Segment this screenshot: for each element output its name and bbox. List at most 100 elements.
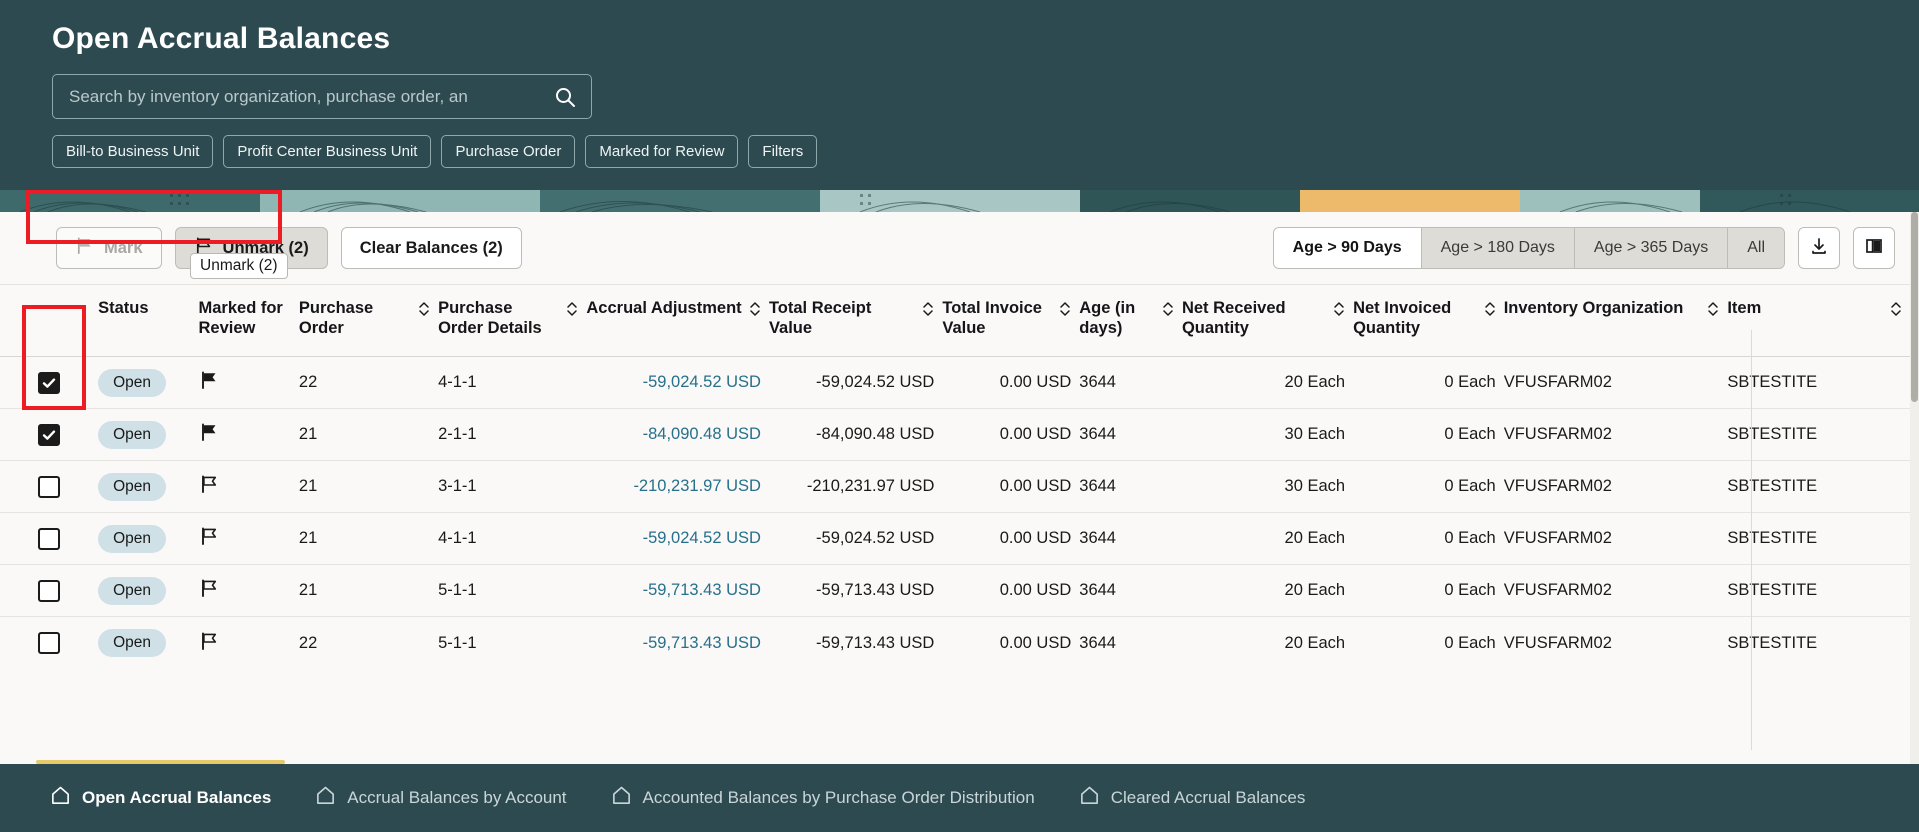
flag-outline-icon[interactable] <box>199 632 219 655</box>
table-row[interactable]: Open 21 5-1-1 -59,713.43 USD -59,713.43 … <box>0 564 1910 617</box>
row-checkbox[interactable] <box>38 579 60 602</box>
flag-outline-icon[interactable] <box>199 527 219 550</box>
status-badge: Open <box>98 629 167 657</box>
marked-for-review-cell[interactable] <box>198 356 299 409</box>
app-root: Open Accrual Balances Bill-to Business U… <box>0 0 1919 832</box>
table-head: Status Marked for Review Purchase Order <box>0 284 1910 357</box>
sort-icon[interactable] <box>1059 300 1071 323</box>
age-filter-label: Age > 365 Days <box>1593 239 1709 256</box>
age-filter-all[interactable]: All <box>1728 228 1784 268</box>
sort-icon[interactable] <box>1890 300 1902 323</box>
purchase-order-cell: 21 <box>298 564 439 617</box>
accrual-adjustment-cell[interactable]: -59,713.43 USD <box>586 616 769 669</box>
marked-for-review-cell[interactable] <box>198 564 299 617</box>
col-header-label: Item <box>1727 299 1762 317</box>
age-filter-label: Age > 90 Days <box>1292 239 1402 256</box>
accrual-adjustment-link[interactable]: -210,231.97 USD <box>633 477 761 495</box>
flag-filled-icon[interactable] <box>199 423 219 446</box>
age-filter-label: Age > 180 Days <box>1440 239 1555 256</box>
marked-for-review-cell[interactable] <box>198 616 299 669</box>
table-scroll-area[interactable]: Status Marked for Review Purchase Order <box>0 284 1919 764</box>
marked-for-review-cell[interactable] <box>198 408 299 461</box>
row-checkbox[interactable] <box>38 632 60 654</box>
sort-icon[interactable] <box>1484 300 1496 323</box>
nav-item-cleared-accrual-balances[interactable]: Cleared Accrual Balances <box>1057 764 1328 832</box>
table-row[interactable]: Open 21 4-1-1 -59,024.52 USD -59,024.52 … <box>0 512 1910 565</box>
accrual-adjustment-cell[interactable]: -59,024.52 USD <box>586 512 769 565</box>
download-button[interactable] <box>1798 227 1840 269</box>
total-receipt-value-cell: -210,231.97 USD <box>768 460 943 513</box>
net-received-quantity-cell: 20 Each <box>1181 564 1354 617</box>
row-select-cell[interactable] <box>0 460 99 513</box>
table-row[interactable]: Open 21 3-1-1 -210,231.97 USD -210,231.9… <box>0 460 1910 513</box>
row-select-cell[interactable] <box>0 564 99 617</box>
filter-chip-bill-to-business-unit[interactable]: Bill-to Business Unit <box>52 135 214 168</box>
age-cell: 3644 <box>1079 512 1182 565</box>
accrual-adjustment-link[interactable]: -59,713.43 USD <box>643 634 761 652</box>
filter-chip-purchase-order[interactable]: Purchase Order <box>441 135 576 168</box>
age-filter-365-days[interactable]: Age > 365 Days <box>1574 228 1729 268</box>
table-row[interactable]: Open 21 2-1-1 -84,090.48 USD -84,090.48 … <box>0 408 1910 461</box>
row-select-cell[interactable] <box>0 408 99 461</box>
marked-for-review-cell[interactable] <box>198 460 299 513</box>
scrollbar-thumb[interactable] <box>1911 212 1918 402</box>
search-bar[interactable] <box>52 74 592 119</box>
flag-outline-icon[interactable] <box>199 475 219 498</box>
filter-chip-marked-for-review[interactable]: Marked for Review <box>585 135 739 168</box>
inventory-organization-cell: VFUSFARM02 <box>1503 460 1728 513</box>
sort-icon[interactable] <box>1707 300 1719 323</box>
row-checkbox[interactable] <box>38 527 60 550</box>
table-row[interactable]: Open 22 4-1-1 -59,024.52 USD -59,024.52 … <box>0 356 1910 409</box>
chip-label: Marked for Review <box>599 143 725 160</box>
net-received-quantity-cell: 30 Each <box>1181 460 1354 513</box>
accrual-adjustment-link[interactable]: -59,024.52 USD <box>643 529 761 547</box>
sort-icon[interactable] <box>1333 300 1345 323</box>
accrual-adjustment-link[interactable]: -59,713.43 USD <box>643 581 761 599</box>
columns-layout-button[interactable] <box>1853 227 1895 269</box>
inventory-organization-cell: VFUSFARM02 <box>1503 356 1728 409</box>
col-header-label: Net Received Quantity <box>1181 299 1286 338</box>
accrual-adjustment-link[interactable]: -84,090.48 USD <box>643 425 761 443</box>
item-column-divider <box>1751 330 1752 750</box>
row-select-cell[interactable] <box>0 356 99 409</box>
row-checkbox[interactable] <box>38 371 60 394</box>
col-header-select <box>0 284 99 357</box>
accrual-adjustment-cell[interactable]: -59,024.52 USD <box>586 356 769 409</box>
item-cell: SBTESTITE <box>1727 460 1910 513</box>
purchase-order-details-cell: 4-1-1 <box>438 356 587 409</box>
row-checkbox[interactable] <box>38 475 60 498</box>
sort-icon[interactable] <box>418 300 430 323</box>
filter-chip-filters[interactable]: Filters <box>748 135 818 168</box>
sort-icon[interactable] <box>566 300 578 323</box>
flag-filled-icon[interactable] <box>199 371 219 394</box>
search-icon[interactable] <box>553 85 577 109</box>
marked-for-review-cell[interactable] <box>198 512 299 565</box>
nav-item-accrual-balances-by-account[interactable]: Accrual Balances by Account <box>293 764 588 832</box>
sort-icon[interactable] <box>1162 300 1174 323</box>
accrual-adjustment-link[interactable]: -59,024.52 USD <box>643 373 761 391</box>
sort-icon[interactable] <box>749 300 761 323</box>
age-filter-90-days[interactable]: Age > 90 Days <box>1273 228 1422 268</box>
total-invoice-value-cell: 0.00 USD <box>942 616 1080 669</box>
age-filter-180-days[interactable]: Age > 180 Days <box>1421 228 1575 268</box>
row-select-cell[interactable] <box>0 512 99 565</box>
nav-item-accounted-balances-by-purchase-order-distribution[interactable]: Accounted Balances by Purchase Order Dis… <box>589 764 1057 832</box>
table-row[interactable]: Open 22 5-1-1 -59,713.43 USD -59,713.43 … <box>0 616 1910 669</box>
search-input[interactable] <box>69 75 553 118</box>
nav-item-open-accrual-balances[interactable]: Open Accrual Balances <box>28 760 293 832</box>
home-icon <box>50 785 71 811</box>
accrual-adjustment-cell[interactable]: -84,090.48 USD <box>586 408 769 461</box>
clear-balances-button[interactable]: Clear Balances (2) <box>340 227 522 269</box>
accrual-adjustment-cell[interactable]: -210,231.97 USD <box>586 460 769 513</box>
filter-chip-profit-center-business-unit[interactable]: Profit Center Business Unit <box>223 135 432 168</box>
flag-outline-icon[interactable] <box>199 579 219 602</box>
net-received-quantity-cell: 20 Each <box>1181 616 1354 669</box>
col-header-label: Net Invoiced Quantity <box>1353 299 1452 338</box>
accrual-adjustment-cell[interactable]: -59,713.43 USD <box>586 564 769 617</box>
status-cell: Open <box>98 512 199 565</box>
vertical-scrollbar[interactable] <box>1910 212 1919 764</box>
row-select-cell[interactable] <box>0 616 99 669</box>
sort-icon[interactable] <box>922 300 934 323</box>
mark-button[interactable]: Mark <box>56 227 162 269</box>
row-checkbox[interactable] <box>38 423 60 446</box>
